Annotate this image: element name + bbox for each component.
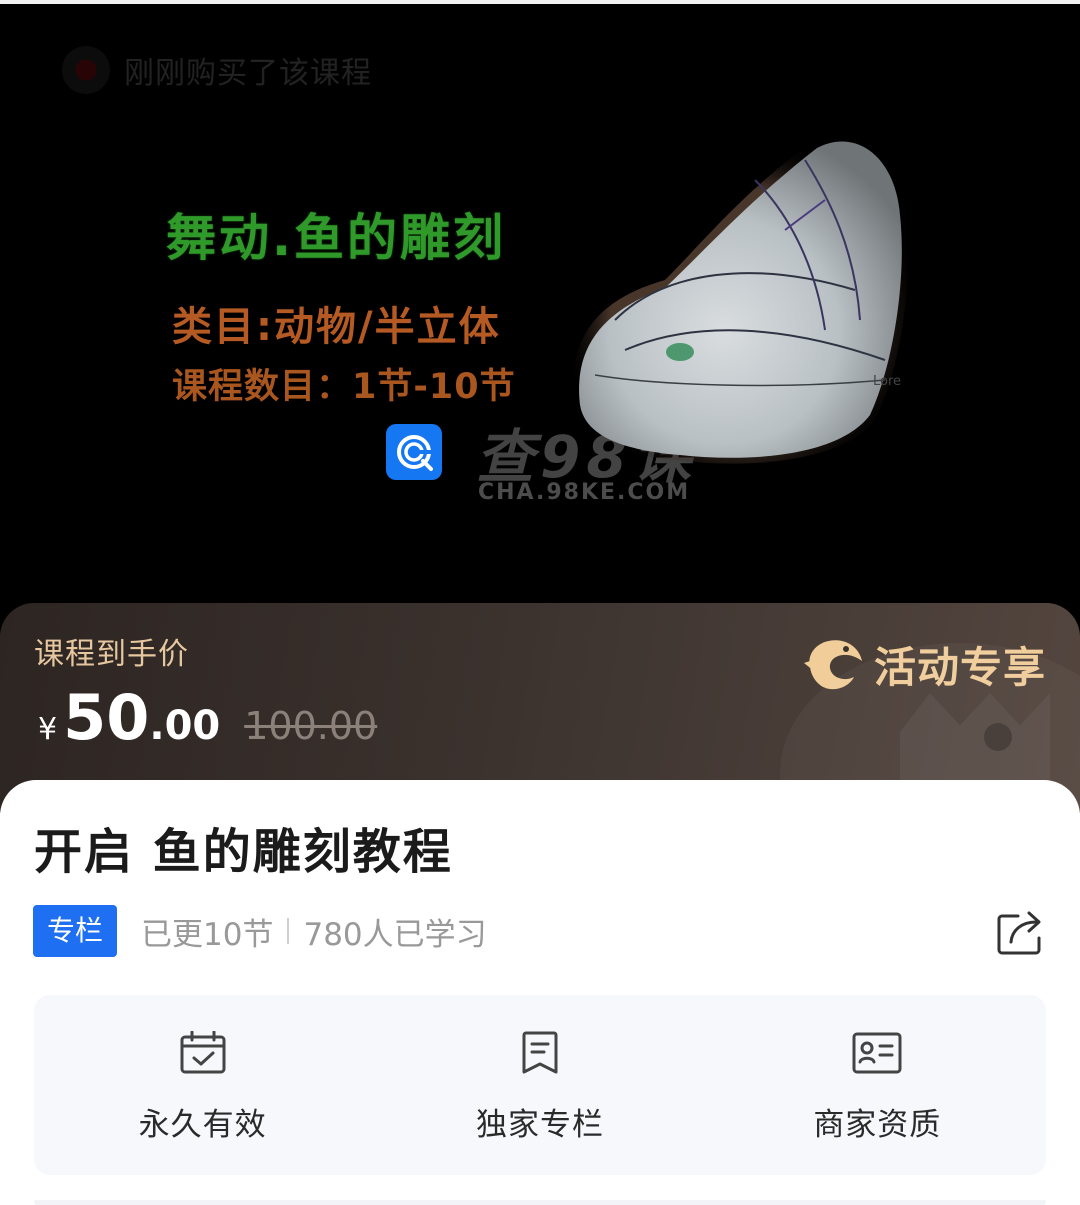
feature-grid: 永久有效 独家专栏 商家资质 xyxy=(34,995,1046,1175)
banner-category: 类目:动物/半立体 xyxy=(172,304,501,350)
watermark-logo-icon xyxy=(386,424,442,480)
bookmark-icon xyxy=(522,1031,558,1074)
purchase-toast: 刚刚购买了该课程 xyxy=(62,44,372,96)
photo-label: Lore xyxy=(873,374,902,389)
feature-merchant[interactable]: 商家资质 xyxy=(709,995,1046,1175)
learner-count: 780人已学习 xyxy=(303,916,487,953)
feature-exclusive[interactable]: 独家专栏 xyxy=(371,995,708,1175)
id-card-icon xyxy=(852,1032,902,1074)
currency-symbol: ¥ xyxy=(38,712,58,747)
price-decimal: .00 xyxy=(149,703,221,749)
course-meta: 专栏 已更10节 780人已学习 xyxy=(33,905,487,957)
course-info-card: 开启 鱼的雕刻教程 专栏 已更10节 780人已学习 永久有效 独家专栏 商家资… xyxy=(0,780,1080,1205)
course-title: 开启 鱼的雕刻教程 xyxy=(34,824,453,880)
feature-permanent[interactable]: 永久有效 xyxy=(34,995,371,1175)
meta-divider xyxy=(287,918,290,944)
feature-label: 独家专栏 xyxy=(475,1107,604,1143)
original-price: 100.00 xyxy=(244,704,378,748)
decorative-dot xyxy=(984,723,1012,751)
watermark-url: CHA.98KE.COM xyxy=(478,480,691,505)
feature-label: 商家资质 xyxy=(813,1107,942,1143)
price-label: 课程到手价 xyxy=(34,637,189,672)
dolphin-logo-icon xyxy=(803,640,862,690)
promo-badge: 活动专享 xyxy=(800,633,1046,695)
feature-label: 永久有效 xyxy=(138,1107,267,1143)
top-edge xyxy=(0,0,1080,4)
calendar-check-icon xyxy=(180,1031,226,1074)
share-icon[interactable] xyxy=(996,908,1046,956)
price-integer: 50 xyxy=(63,681,150,754)
promo-text: 活动专享 xyxy=(873,642,1046,692)
banner-title: 舞动.鱼的雕刻 xyxy=(166,209,506,267)
price-row: ¥ 50 .00 100.00 xyxy=(38,681,377,754)
buyer-avatar xyxy=(62,46,110,94)
purchase-toast-text: 刚刚购买了该课程 xyxy=(124,56,372,91)
column-tag: 专栏 xyxy=(33,905,118,957)
next-section-edge xyxy=(34,1200,1046,1205)
banner-lesson-count: 课程数目：1节-10节 xyxy=(172,367,516,407)
updated-count: 已更10节 xyxy=(141,916,274,953)
fish-carving-photo xyxy=(573,133,909,464)
course-cover-banner: 刚刚购买了该课程 舞动.鱼的雕刻 类目:动物/半立体 课程数目：1节-10节 查… xyxy=(0,0,1080,640)
